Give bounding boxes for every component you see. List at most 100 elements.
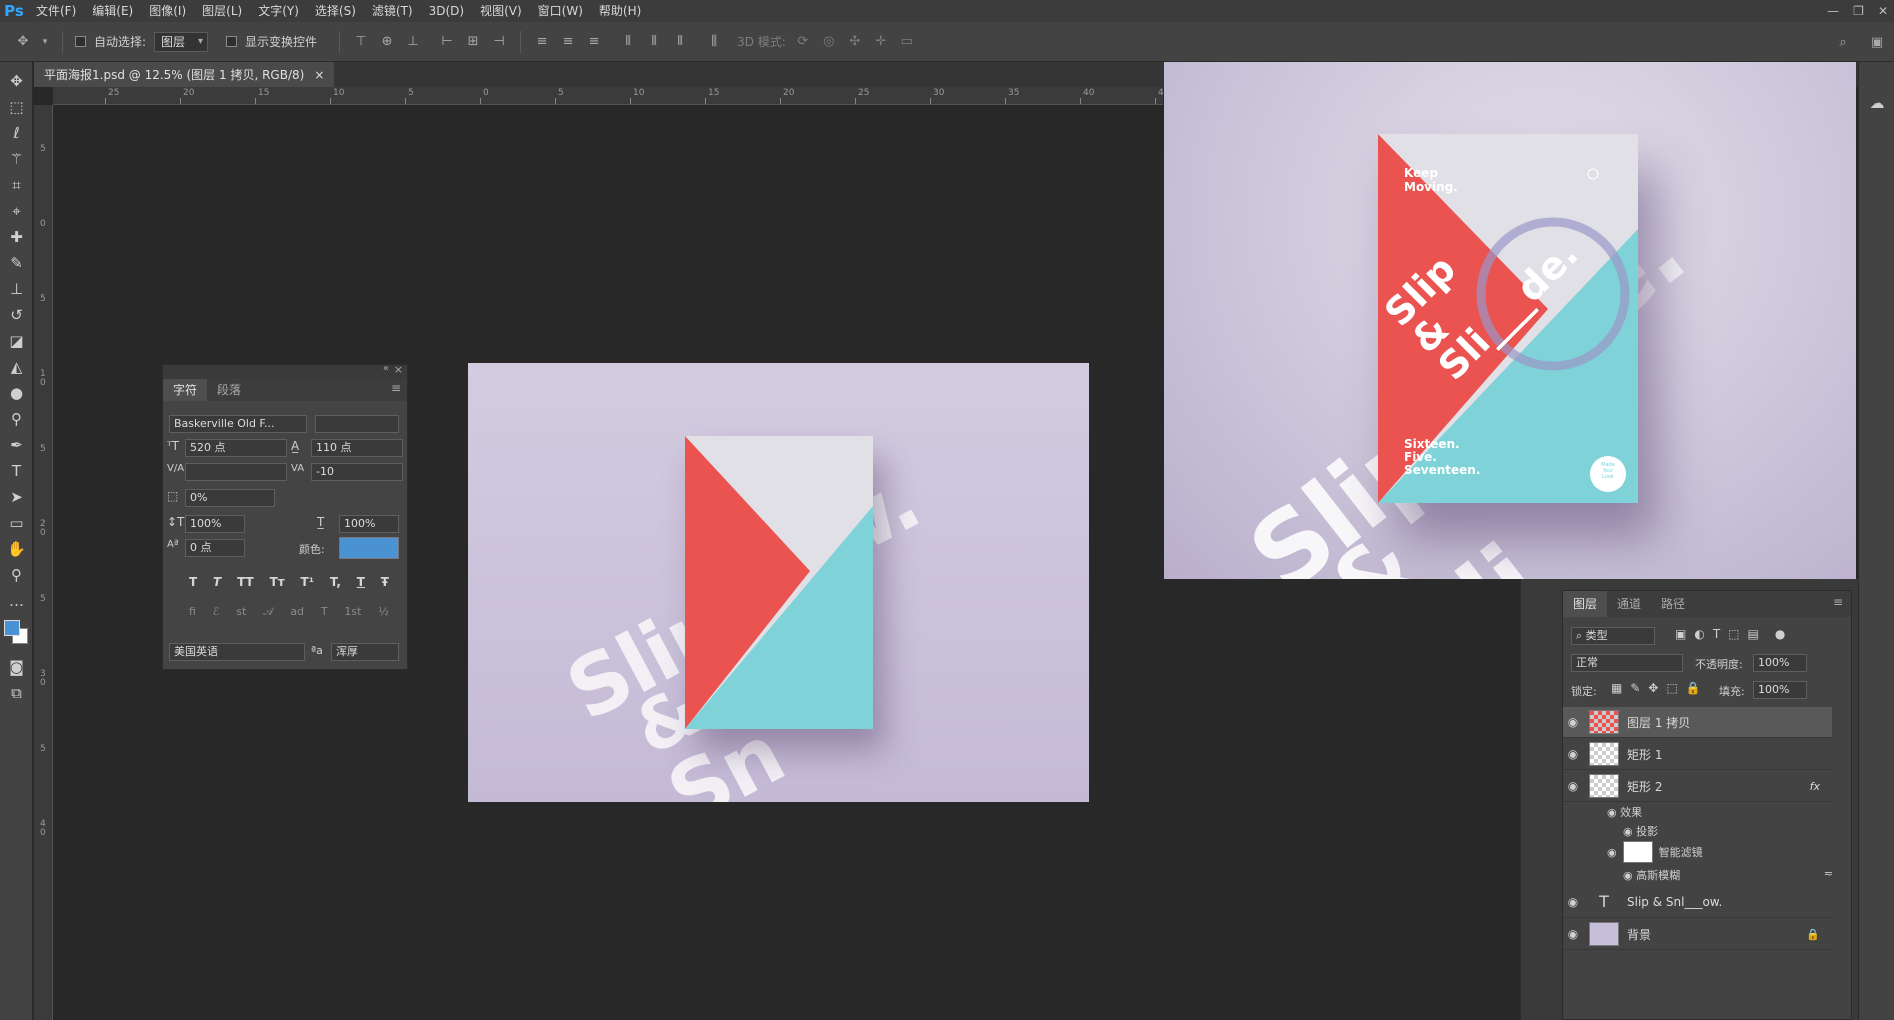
canvas-poster[interactable] [685,436,873,729]
distribute-hcenter-icon[interactable]: ⫴ [645,33,663,51]
tab-paragraph[interactable]: 段落 [207,379,251,401]
visibility-eye-icon[interactable]: ◉ [1607,806,1617,819]
history-brush-tool-icon[interactable]: ↺ [0,302,33,328]
fx-badge[interactable]: fx [1810,780,1820,793]
paint-bucket-tool-icon[interactable]: ◭ [0,354,33,380]
blend-mode-dropdown[interactable]: 正常 [1571,654,1683,672]
ligatures-button[interactable]: fi [189,605,196,619]
text-color-swatch[interactable] [339,537,399,559]
visibility-eye-icon[interactable]: ◉ [1563,747,1583,761]
crop-tool-icon[interactable]: ⌗ [0,172,33,198]
drop-shadow-row[interactable]: ◉ 投影 [1623,823,1658,839]
gaussian-blur-row[interactable]: ◉ 高斯模糊 ≂ [1623,867,1837,883]
distribute-bottom-icon[interactable]: ≡ [585,33,603,51]
visibility-eye-icon[interactable]: ◉ [1607,846,1617,859]
subscript-button[interactable]: T, [330,575,341,589]
collapse-panel-icon[interactable]: « [383,363,389,374]
underline-button[interactable]: T [357,575,365,589]
swash-button[interactable]: 𝒜 [263,605,273,619]
align-right-icon[interactable]: ⊣ [490,33,508,51]
layer-filter-dropdown[interactable]: ⌕ 类型 [1571,627,1655,645]
auto-select-checkbox[interactable] [75,36,86,47]
visibility-eye-icon[interactable]: ◉ [1563,779,1583,793]
tab-channels[interactable]: 通道 [1607,591,1651,617]
tool-preset-chevron-icon[interactable]: ▾ [40,33,50,51]
quick-mask-icon[interactable]: ◙ [0,654,33,680]
menu-type[interactable]: 文字(Y) [250,0,307,22]
eyedropper-tool-icon[interactable]: ⌖ [0,198,33,224]
type-tool-icon[interactable]: T [0,458,33,484]
filter-adjustment-icon[interactable]: ◐ [1694,627,1704,641]
faux-italic-button[interactable]: T [213,575,221,589]
menu-help[interactable]: 帮助(H) [591,0,649,22]
menu-filter[interactable]: 滤镜(T) [364,0,421,22]
layers-menu-icon[interactable]: ≡ [1833,595,1843,609]
all-caps-button[interactable]: TT [237,575,254,589]
move-tool-icon[interactable]: ✥ [14,33,32,51]
tab-paths[interactable]: 路径 [1651,591,1695,617]
tab-layers[interactable]: 图层 [1563,591,1608,617]
filter-pixel-icon[interactable]: ▣ [1675,627,1686,641]
filter-smart-object-icon[interactable]: ▤ [1748,627,1759,641]
antialias-dropdown[interactable]: 浑厚 [331,643,399,661]
kerning-field[interactable] [185,463,287,481]
fractions-button[interactable]: ½ [378,605,389,619]
healing-brush-tool-icon[interactable]: ✚ [0,224,33,250]
visibility-eye-icon[interactable]: ◉ [1563,895,1583,909]
dodge-tool-icon[interactable]: ⚲ [0,406,33,432]
3d-pan-icon[interactable]: ✣ [846,33,864,51]
effects-row[interactable]: ◉ 效果 [1607,804,1642,820]
auto-align-icon[interactable]: ⫼ [705,33,723,51]
magic-wand-tool-icon[interactable]: ⚚ [0,146,33,172]
font-family-dropdown[interactable]: Baskerville Old F... [169,415,307,433]
pen-tool-icon[interactable]: ✒ [0,432,33,458]
faux-bold-button[interactable]: T [189,575,197,589]
filter-shape-icon[interactable]: ⬚ [1728,627,1739,641]
3d-slide-icon[interactable]: ✛ [872,33,890,51]
lock-all-icon[interactable]: 🔒 [1686,681,1701,695]
clone-stamp-tool-icon[interactable]: ⊥ [0,276,33,302]
menu-window[interactable]: 窗口(W) [530,0,591,22]
language-dropdown[interactable]: 美国英语 [169,643,305,661]
layer-row[interactable]: ◉ 矩形 2 fx [1563,771,1832,802]
layer-row[interactable]: ◉ T Slip & Snl___ow. [1563,887,1832,918]
menu-view[interactable]: 视图(V) [472,0,530,22]
filter-toggle-icon[interactable]: ● [1775,627,1785,641]
screen-mode-icon[interactable]: ⧉ [0,680,33,706]
layer-row[interactable]: ◉ 图层 1 拷贝 [1563,707,1832,738]
visibility-eye-icon[interactable]: ◉ [1623,825,1633,838]
distribute-vcenter-icon[interactable]: ≡ [559,33,577,51]
filter-type-icon[interactable]: T [1713,627,1720,641]
3d-scale-icon[interactable]: ▭ [898,33,916,51]
close-button[interactable]: ✕ [1878,4,1888,18]
align-left-icon[interactable]: ⊢ [438,33,456,51]
lasso-tool-icon[interactable]: ℓ [0,120,33,146]
vertical-scale-field[interactable]: 100% [185,515,245,533]
close-tab-icon[interactable]: × [314,68,324,82]
lock-position-icon[interactable]: ✥ [1648,681,1658,695]
font-style-dropdown[interactable] [315,415,399,433]
menu-image[interactable]: 图像(I) [141,0,194,22]
tab-character[interactable]: 字符 [163,379,208,401]
align-hcenter-icon[interactable]: ⊞ [464,33,482,51]
menu-3d[interactable]: 3D(D) [421,0,472,22]
rectangle-tool-icon[interactable]: ▭ [0,510,33,536]
hand-tool-icon[interactable]: ✋ [0,536,33,562]
3d-orbit-icon[interactable]: ⟳ [794,33,812,51]
align-bottom-icon[interactable]: ⊥ [404,33,422,51]
more-tools-icon[interactable]: … [0,588,33,614]
restore-button[interactable]: ❐ [1853,4,1864,18]
menu-select[interactable]: 选择(S) [307,0,364,22]
panel-menu-icon[interactable]: ≡ [391,381,401,395]
auto-select-dropdown[interactable]: 图层 [154,31,209,52]
ordinals-button[interactable]: ad [290,605,304,619]
fill-field[interactable]: 100% [1753,681,1807,699]
filter-options-icon[interactable]: ≂ [1824,867,1833,880]
layer-row[interactable]: ◉ 背景 🔒 [1563,919,1832,950]
marquee-tool-icon[interactable]: ⬚ [0,94,33,120]
horizontal-scale-field[interactable]: 100% [339,515,399,533]
path-selection-tool-icon[interactable]: ➤ [0,484,33,510]
superscript-button[interactable]: T¹ [301,575,314,589]
lock-artboard-icon[interactable]: ⬚ [1666,681,1677,695]
align-vcenter-icon[interactable]: ⊕ [378,33,396,51]
